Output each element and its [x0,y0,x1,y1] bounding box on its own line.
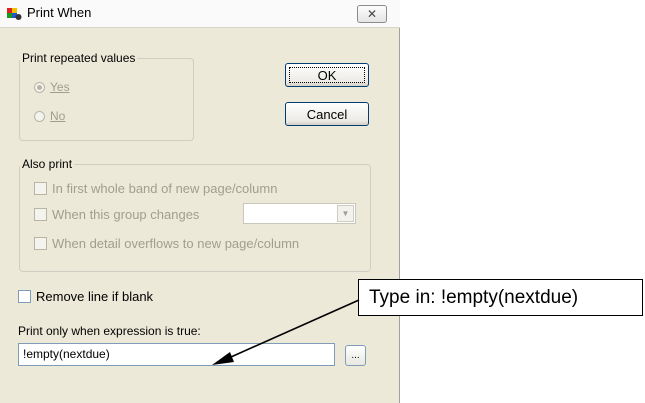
annotation-arrow [212,299,360,365]
